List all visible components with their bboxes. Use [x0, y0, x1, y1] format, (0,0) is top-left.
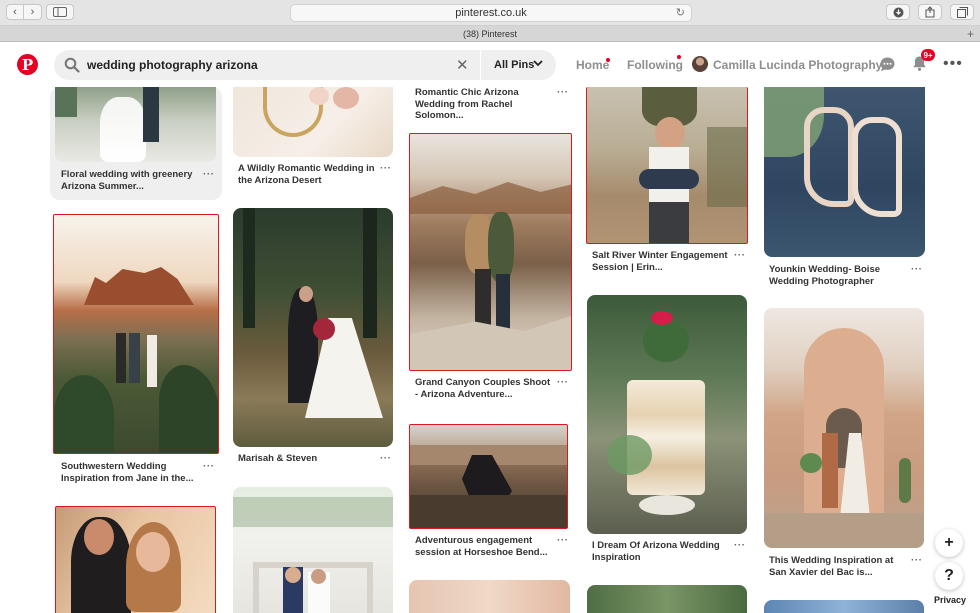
- home-notification-dot: [606, 58, 610, 62]
- pin-image[interactable]: [587, 585, 747, 613]
- pin-image[interactable]: [764, 87, 925, 257]
- pin-title[interactable]: Marisah & Steven: [238, 453, 378, 465]
- notification-badge: 9+: [921, 49, 935, 61]
- pin-card[interactable]: [587, 585, 747, 613]
- pin-more-icon[interactable]: ···: [911, 264, 923, 275]
- sidebar-icon: [53, 7, 67, 17]
- pin-card[interactable]: [55, 506, 216, 613]
- pin-title[interactable]: Floral wedding with greenery Arizona Sum…: [61, 169, 201, 192]
- pin-card[interactable]: [764, 308, 924, 548]
- pinterest-header: P wedding photography arizona ✕ All Pins…: [0, 43, 980, 87]
- pin-card[interactable]: [53, 214, 219, 454]
- pin-title[interactable]: This Wedding Inspiration at San Xavier d…: [769, 555, 909, 578]
- toolbar-actions: [886, 4, 974, 20]
- profile-link[interactable]: Camilla Lucinda Photography: [713, 58, 882, 72]
- search-divider: [480, 50, 481, 80]
- clear-search-icon[interactable]: ✕: [456, 56, 469, 74]
- help-button[interactable]: ?: [935, 562, 963, 590]
- pin-title[interactable]: I Dream Of Arizona Wedding Inspiration: [592, 540, 732, 563]
- pin-image[interactable]: [764, 600, 924, 613]
- question-icon: ?: [944, 567, 954, 584]
- pin-card[interactable]: [233, 87, 393, 157]
- pin-card[interactable]: [409, 580, 570, 613]
- pin-title[interactable]: Younkin Wedding- Boise Wedding Photograp…: [769, 264, 909, 287]
- pin-title[interactable]: Grand Canyon Couples Shoot - Arizona Adv…: [415, 377, 555, 400]
- pin-card[interactable]: [233, 487, 393, 613]
- pin-more-icon[interactable]: ···: [380, 163, 392, 174]
- new-tab-icon[interactable]: +: [967, 27, 974, 41]
- messages-icon[interactable]: [879, 56, 896, 73]
- pin-card[interactable]: [764, 87, 925, 257]
- address-text: pinterest.co.uk: [455, 7, 527, 19]
- plus-icon: +: [944, 534, 954, 551]
- search-icon: [64, 57, 80, 73]
- pin-image[interactable]: [587, 295, 747, 534]
- pin-image[interactable]: [233, 487, 393, 613]
- pin-card[interactable]: [586, 87, 748, 244]
- privacy-link[interactable]: Privacy: [934, 595, 966, 605]
- pin-image[interactable]: [55, 506, 216, 613]
- pin-image[interactable]: [233, 208, 393, 447]
- pin-more-icon[interactable]: ···: [203, 461, 215, 472]
- share-button[interactable]: [918, 4, 942, 20]
- pin-title[interactable]: A Wildly Romantic Wedding in the Arizona…: [238, 163, 378, 186]
- nav-following-link[interactable]: Following: [627, 58, 683, 72]
- pin-more-icon[interactable]: ···: [557, 87, 569, 98]
- pin-more-icon[interactable]: ···: [203, 169, 215, 180]
- pin-card[interactable]: [764, 600, 924, 613]
- reload-icon[interactable]: ↻: [676, 6, 685, 19]
- download-icon: [893, 7, 903, 17]
- pin-more-icon[interactable]: ···: [557, 535, 569, 546]
- tab-title[interactable]: (38) Pinterest: [463, 29, 517, 39]
- pin-more-icon[interactable]: ···: [380, 453, 392, 464]
- downloads-button[interactable]: [886, 4, 910, 20]
- back-button[interactable]: ‹: [6, 4, 24, 20]
- pin-image[interactable]: [233, 87, 393, 157]
- pin-card[interactable]: [55, 87, 216, 162]
- chevron-down-icon[interactable]: [532, 57, 544, 69]
- avatar[interactable]: [692, 56, 708, 72]
- forward-button[interactable]: ›: [24, 4, 42, 20]
- following-notification-dot: [677, 55, 681, 59]
- more-options-icon[interactable]: •••: [943, 55, 963, 73]
- pinterest-logo-icon[interactable]: P: [17, 54, 38, 75]
- sidebar-toggle-button[interactable]: [46, 4, 74, 20]
- pin-image[interactable]: [53, 214, 219, 454]
- pin-filter-dropdown[interactable]: All Pins: [494, 59, 534, 71]
- add-pin-button[interactable]: +: [935, 529, 963, 557]
- share-icon: [925, 6, 935, 18]
- pin-card[interactable]: [587, 295, 747, 534]
- pin-more-icon[interactable]: ···: [911, 555, 923, 566]
- pin-card[interactable]: [409, 133, 572, 371]
- pin-image[interactable]: [409, 424, 568, 529]
- pin-image[interactable]: [764, 308, 924, 548]
- pin-image[interactable]: [55, 87, 216, 162]
- tab-strip: (38) Pinterest +: [0, 26, 980, 42]
- search-input[interactable]: wedding photography arizona: [87, 58, 258, 72]
- pin-title[interactable]: Salt River Winter Engagement Session | E…: [592, 250, 732, 273]
- pin-image[interactable]: [409, 133, 572, 371]
- pin-more-icon[interactable]: ···: [557, 377, 569, 388]
- pin-card[interactable]: [409, 424, 568, 529]
- nav-home-link[interactable]: Home: [576, 58, 609, 72]
- chevron-right-icon: ›: [30, 6, 35, 18]
- pin-title[interactable]: Adventurous engagement session at Horses…: [415, 535, 555, 558]
- pin-more-icon[interactable]: ···: [734, 540, 746, 551]
- history-nav: ‹ ›: [6, 4, 42, 20]
- pin-title[interactable]: Romantic Chic Arizona Wedding from Rache…: [415, 87, 555, 122]
- tabs-icon: [956, 6, 968, 18]
- pin-image[interactable]: [409, 580, 570, 613]
- chevron-left-icon: ‹: [13, 6, 17, 18]
- address-bar[interactable]: pinterest.co.uk ↻: [290, 4, 692, 22]
- pin-title[interactable]: Southwestern Wedding Inspiration from Ja…: [61, 461, 201, 484]
- search-bar[interactable]: wedding photography arizona ✕ All Pins: [54, 50, 556, 80]
- app-window: ‹ › pinterest.co.uk ↻ (38) Pinterest + P: [0, 0, 980, 613]
- pin-feed: Floral wedding with greenery Arizona Sum…: [0, 87, 980, 613]
- pin-card[interactable]: [233, 208, 393, 447]
- pin-image[interactable]: [586, 87, 748, 244]
- tabs-overview-button[interactable]: [950, 4, 974, 20]
- browser-toolbar: ‹ › pinterest.co.uk ↻: [0, 0, 980, 26]
- pin-more-icon[interactable]: ···: [734, 250, 746, 261]
